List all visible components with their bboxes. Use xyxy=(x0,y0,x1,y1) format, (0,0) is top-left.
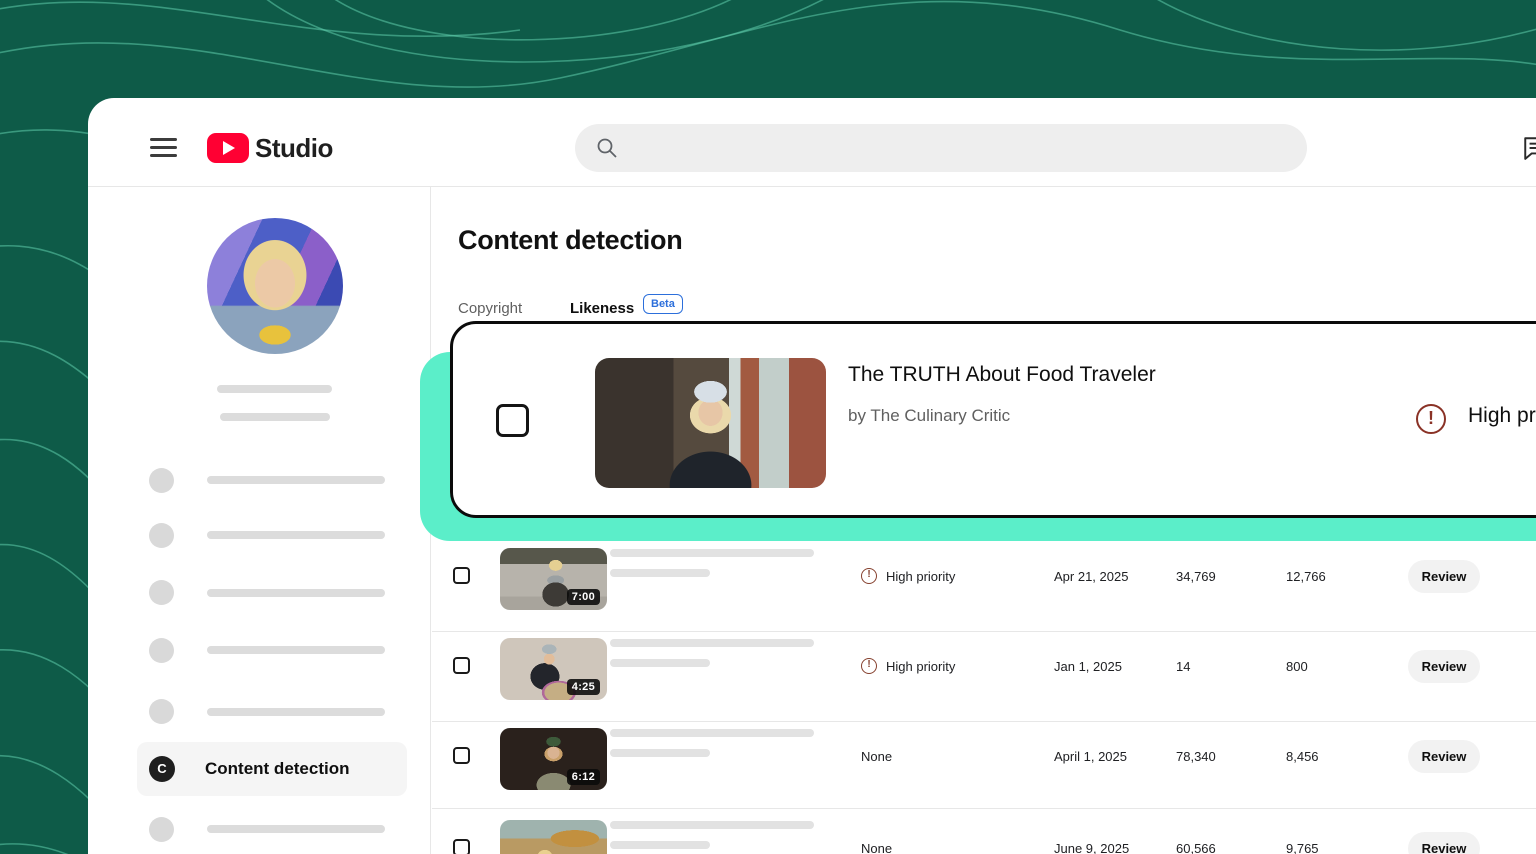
video-thumbnail[interactable]: 6:12 xyxy=(500,728,607,790)
priority-alert-icon xyxy=(861,568,877,584)
sidebar-item-label-skeleton xyxy=(207,531,385,539)
review-button[interactable]: Review xyxy=(1408,832,1480,854)
featured-checkbox[interactable] xyxy=(496,404,529,437)
priority-label: None xyxy=(861,749,892,764)
featured-video-title[interactable]: The TRUTH About Food Traveler xyxy=(848,363,1156,387)
table-row: 4:25 High priority Jan 1, 2025 14 800 Re… xyxy=(0,631,1536,723)
row-metric: 12,766 xyxy=(1286,569,1326,584)
row-date: Apr 21, 2025 xyxy=(1054,569,1128,584)
duration-badge: 4:25 xyxy=(567,679,600,695)
tab-copyright[interactable]: Copyright xyxy=(458,300,522,317)
row-date: April 1, 2025 xyxy=(1054,749,1127,764)
video-title-skeleton xyxy=(610,639,814,647)
row-views: 14 xyxy=(1176,659,1190,674)
featured-priority-label: High priority xyxy=(1468,404,1536,428)
row-checkbox[interactable] xyxy=(453,839,470,854)
row-metric: 800 xyxy=(1286,659,1308,674)
youtube-play-icon xyxy=(207,133,249,163)
priority-label: High priority xyxy=(886,569,955,584)
video-meta-skeleton xyxy=(610,569,710,577)
duration-badge: 7:00 xyxy=(567,589,600,605)
sidebar-item-label-skeleton xyxy=(207,476,385,484)
header-divider xyxy=(88,186,1536,187)
youtube-studio-logo[interactable]: Studio xyxy=(207,132,333,164)
menu-hamburger-icon[interactable] xyxy=(150,138,177,158)
video-meta-skeleton xyxy=(610,841,710,849)
review-button[interactable]: Review xyxy=(1408,650,1480,683)
channel-avatar[interactable] xyxy=(207,218,343,354)
row-views: 60,566 xyxy=(1176,841,1216,854)
screenshot-stage: Studio C Content detection Content detec… xyxy=(0,0,1536,854)
row-divider xyxy=(432,808,1536,809)
row-views: 78,340 xyxy=(1176,749,1216,764)
table-row: None June 9, 2025 60,566 9,765 Review xyxy=(0,813,1536,854)
video-title-skeleton xyxy=(610,729,814,737)
sidebar-item-icon-skeleton xyxy=(149,468,174,493)
table-row: 7:00 High priority Apr 21, 2025 34,769 1… xyxy=(0,541,1536,633)
video-thumbnail[interactable]: 4:25 xyxy=(500,638,607,700)
feedback-icon[interactable] xyxy=(1522,135,1536,161)
page-title: Content detection xyxy=(458,225,682,256)
channel-handle-skeleton xyxy=(220,413,330,421)
video-title-skeleton xyxy=(610,549,814,557)
video-meta-skeleton xyxy=(610,749,710,757)
priority-alert-icon xyxy=(861,658,877,674)
row-checkbox[interactable] xyxy=(453,567,470,584)
row-metric: 8,456 xyxy=(1286,749,1319,764)
review-button[interactable]: Review xyxy=(1408,740,1480,773)
row-views: 34,769 xyxy=(1176,569,1216,584)
search-input[interactable] xyxy=(575,124,1307,172)
video-thumbnail[interactable]: 7:00 xyxy=(500,548,607,610)
tab-likeness[interactable]: Likeness xyxy=(570,300,634,317)
review-button[interactable]: Review xyxy=(1408,560,1480,593)
priority-label: None xyxy=(861,841,892,854)
priority-alert-icon xyxy=(1416,404,1446,434)
beta-badge: Beta xyxy=(643,294,683,314)
row-date: Jan 1, 2025 xyxy=(1054,659,1122,674)
featured-video-byline: by The Culinary Critic xyxy=(848,406,1010,426)
row-checkbox[interactable] xyxy=(453,747,470,764)
row-date: June 9, 2025 xyxy=(1054,841,1129,854)
video-meta-skeleton xyxy=(610,659,710,667)
row-metric: 9,765 xyxy=(1286,841,1319,854)
video-thumbnail[interactable] xyxy=(500,820,607,854)
table-row: 6:12 None April 1, 2025 78,340 8,456 Rev… xyxy=(0,721,1536,813)
video-title-skeleton xyxy=(610,821,814,829)
row-checkbox[interactable] xyxy=(453,657,470,674)
studio-wordmark: Studio xyxy=(255,133,333,164)
search-icon xyxy=(595,136,619,160)
channel-name-skeleton xyxy=(217,385,332,393)
duration-badge: 6:12 xyxy=(567,769,600,785)
featured-video-thumbnail[interactable] xyxy=(595,358,826,488)
priority-label: High priority xyxy=(886,659,955,674)
